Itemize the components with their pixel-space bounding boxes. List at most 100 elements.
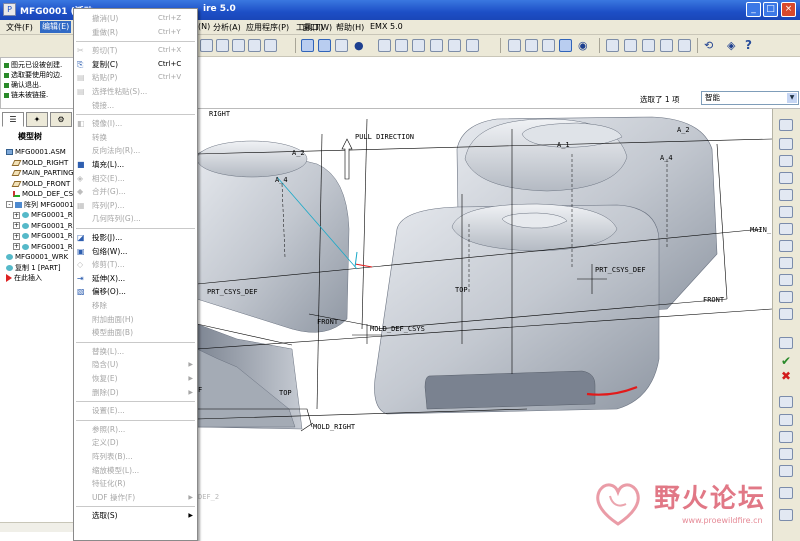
app-icon[interactable]: P — [3, 3, 16, 16]
revolve-tool-icon[interactable] — [779, 240, 793, 252]
tree-row[interactable]: MOLD_FRONT — [11, 179, 70, 189]
edit-menu-item[interactable]: ◪ 投影(J)... — [74, 231, 197, 244]
menu-analysis[interactable]: 分析(A) — [213, 22, 241, 33]
tree-row[interactable]: 复制 1 [PART] — [6, 263, 61, 273]
datum-plane-tool-icon[interactable] — [779, 119, 793, 131]
edit-menu-item[interactable]: 设置(E)... — [74, 404, 197, 417]
edit-menu-item[interactable]: 重做(R) Ctrl+Y — [74, 26, 197, 39]
datum-axis-tool-icon[interactable] — [779, 138, 793, 150]
menu-file[interactable]: 文件(F) — [6, 22, 33, 33]
tree-row[interactable]: MFG0001.ASM — [6, 147, 66, 157]
hidden-line-icon[interactable] — [525, 39, 538, 52]
edit-menu-item[interactable]: ✂ 剪切(T) Ctrl+X — [74, 44, 197, 57]
tree-row[interactable]: MOLD_RIGHT — [11, 158, 68, 168]
edit-menu-item[interactable]: 反向法向(R)... — [74, 144, 197, 157]
expand-icon[interactable]: + — [13, 232, 20, 240]
sketch-tool-icon[interactable] — [779, 206, 793, 218]
tree-row[interactable]: + MFG0001_R — [13, 221, 73, 231]
edit-menu-item[interactable]: 参照(R)... — [74, 423, 197, 436]
parting-surface-icon[interactable] — [779, 396, 793, 408]
minimize-button[interactable]: _ — [746, 2, 761, 17]
datum-planes-icon[interactable] — [606, 39, 619, 52]
context-help-icon[interactable]: ◈ — [727, 39, 735, 52]
tree-row[interactable]: + MFG0001_R — [13, 242, 73, 252]
csys-tool-icon[interactable] — [779, 189, 793, 201]
csys-display-icon[interactable] — [660, 39, 673, 52]
edit-menu-item[interactable]: ◈ 相交(E)... — [74, 172, 197, 185]
checkmark-icon[interactable]: ✔ — [781, 354, 791, 368]
tree-row[interactable]: + MFG0001_R — [13, 231, 73, 241]
edit-menu-item[interactable]: UDF 操作(F) ▶ — [74, 491, 197, 504]
edit-menu-item[interactable]: ⇥ 延伸(X)... — [74, 272, 197, 285]
selection-filter-select[interactable]: 智能 ▼ — [701, 91, 799, 105]
scissors-icon[interactable] — [200, 39, 213, 52]
chamfer-tool-icon[interactable] — [779, 308, 793, 320]
tree-row[interactable]: MFG0001_WRK — [6, 252, 68, 262]
tab-model-tree[interactable]: ☰ — [2, 112, 24, 127]
datum-point-tool-icon[interactable] — [779, 172, 793, 184]
expand-icon[interactable]: + — [13, 211, 20, 219]
copy-tool-icon[interactable] — [779, 337, 793, 349]
paste-icon[interactable] — [232, 39, 245, 52]
wireframe-icon[interactable] — [508, 39, 521, 52]
chevron-down-icon[interactable]: ▼ — [787, 93, 797, 103]
curve-tool-icon[interactable] — [779, 431, 793, 443]
shading-icon[interactable] — [559, 39, 572, 52]
tree-row[interactable]: + MFG0001_R — [13, 210, 73, 220]
edit-menu-item[interactable]: ◇ 修剪(T)... — [74, 258, 197, 271]
edit-menu-item[interactable]: ■ 填充(L)... — [74, 158, 197, 171]
edit-menu-item[interactable]: 转换 — [74, 131, 197, 144]
shade-sphere-icon[interactable]: ● — [354, 39, 364, 52]
menu-emx[interactable]: EMX 5.0 — [370, 22, 403, 31]
maximize-button[interactable]: □ — [763, 2, 778, 17]
tab-favorites[interactable]: ⚙ — [50, 112, 72, 127]
edit-menu-item[interactable]: 删除(D) ▶ — [74, 386, 197, 399]
round-tool-icon[interactable] — [779, 291, 793, 303]
menu-help[interactable]: 帮助(H) — [336, 22, 364, 33]
edit-menu-item[interactable]: 镜接... — [74, 99, 197, 112]
select-box-icon[interactable] — [264, 39, 277, 52]
edit-menu-item[interactable]: ▤ 粘贴(P) Ctrl+V — [74, 71, 197, 84]
edit-menu-item[interactable]: 替换(L)... — [74, 345, 197, 358]
menu-applications[interactable]: 应用程序(P) — [246, 22, 289, 33]
expand-icon[interactable]: + — [13, 222, 20, 229]
binoculars-icon[interactable] — [248, 39, 261, 52]
edit-menu-item[interactable]: ▧ 偏移(O)... — [74, 285, 197, 298]
orient-icon[interactable] — [335, 39, 348, 52]
edit-menu-item[interactable]: 定义(D) — [74, 436, 197, 449]
help-icon[interactable]: ? — [745, 38, 752, 52]
appearance-icon[interactable]: ◉ — [578, 39, 588, 52]
menu-window[interactable]: 窗口(W) — [302, 22, 332, 33]
sweep-tool-icon[interactable] — [779, 257, 793, 269]
datum-points-icon[interactable] — [642, 39, 655, 52]
edit-menu-item[interactable]: ⎘ 复制(C) Ctrl+C — [74, 58, 197, 71]
tree-row[interactable]: MOLD_DEF_CSYS — [13, 189, 82, 199]
spline-tool-icon[interactable] — [779, 448, 793, 460]
horizontal-scrollbar[interactable] — [0, 522, 74, 532]
annotation-icon[interactable] — [678, 39, 691, 52]
menu-edit[interactable]: 编辑(E) — [40, 21, 72, 33]
edit-menu-item[interactable]: 阵列表(B)... — [74, 450, 197, 463]
zoom-out-icon[interactable] — [395, 39, 408, 52]
edit-menu-item[interactable]: 隐含(U) ▶ — [74, 358, 197, 371]
copy-icon[interactable] — [216, 39, 229, 52]
expand-icon[interactable]: + — [13, 243, 20, 250]
edit-menu-item[interactable]: ▣ 包络(W)... — [74, 245, 197, 258]
edit-menu-item[interactable]: 选取(S) ▶ — [74, 509, 197, 522]
edit-menu-item[interactable]: ▤ 选择性粘贴(S)... — [74, 85, 197, 98]
edit-menu-item[interactable]: 移除 — [74, 299, 197, 312]
datum-curve-tool-icon[interactable] — [779, 155, 793, 167]
edit-menu-item[interactable]: ◆ 合并(G)... — [74, 185, 197, 198]
tree-row[interactable]: - 阵列 MFG0001 — [6, 200, 74, 210]
zoom-in-icon[interactable] — [378, 39, 391, 52]
datum-axes-icon[interactable] — [624, 39, 637, 52]
tree-row[interactable]: MAIN_PARTING — [11, 168, 74, 178]
edit-menu-item[interactable]: 缩放模型(L)... — [74, 464, 197, 477]
tree-row[interactable]: 在此插入 — [6, 273, 42, 283]
edit-menu-item[interactable]: 几何阵列(G)... — [74, 212, 197, 225]
no-hidden-icon[interactable] — [542, 39, 555, 52]
spin-center-icon[interactable] — [318, 39, 331, 52]
collapse-icon[interactable]: - — [6, 201, 13, 208]
extrude-tool-icon[interactable] — [779, 223, 793, 235]
spin-off-icon[interactable]: ⟲ — [704, 39, 713, 52]
